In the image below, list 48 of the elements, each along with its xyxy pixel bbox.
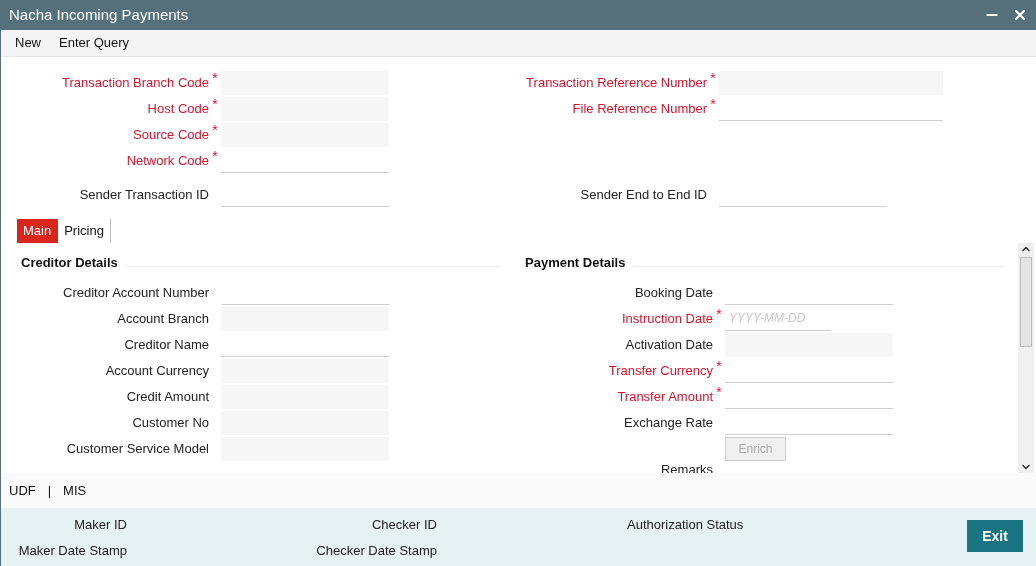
field-label: Creditor Account Number	[63, 283, 209, 302]
field-label: Customer No	[132, 413, 209, 432]
field-label: Creditor Name	[124, 335, 209, 354]
section-heading: Creditor Details	[21, 254, 118, 272]
required-mark: *	[212, 97, 218, 111]
field-label: Source Code	[133, 126, 209, 144]
field-label: Instruction Date	[621, 309, 713, 328]
audit-label: Authorization Status	[627, 516, 744, 534]
link[interactable]: UDF	[9, 480, 36, 501]
audit-label: Checker Date Stamp	[316, 542, 437, 560]
field-label: Account Currency	[105, 361, 209, 380]
field-label: Booking Date	[634, 283, 713, 302]
field-label: Transfer Amount	[617, 387, 713, 406]
required-mark: *	[212, 71, 218, 85]
required-mark: *	[710, 71, 716, 85]
required-mark: *	[716, 384, 722, 399]
field-label: Exchange Rate	[624, 413, 713, 432]
section-heading: Payment Details	[525, 254, 626, 272]
field-label: Transaction Branch Code	[62, 74, 209, 92]
tab[interactable]: Main	[17, 219, 59, 243]
field-label: Account Branch	[117, 309, 209, 328]
link[interactable]: MIS	[63, 480, 87, 501]
required-mark: *	[212, 149, 218, 163]
required-mark: *	[716, 358, 722, 373]
required-mark: *	[716, 306, 722, 321]
field-label: Sender End to End ID	[580, 186, 707, 204]
field-label: File Reference Number	[572, 100, 707, 118]
field-label: Customer Service Model	[66, 439, 209, 458]
link-separator: |	[47, 481, 52, 500]
required-mark: *	[212, 123, 218, 137]
exit-button[interactable]: Exit	[967, 520, 1023, 552]
window-title: Nacha Incoming Payments	[9, 4, 189, 25]
audit-label: Maker Date Stamp	[18, 542, 127, 560]
scrollbar[interactable]	[1018, 243, 1034, 473]
field-label: Remarks	[661, 462, 713, 473]
field-label: Activation Date	[625, 335, 713, 354]
field-label: Host Code	[147, 100, 209, 118]
field-label: Transfer Currency	[608, 361, 713, 380]
field-label: Transaction Reference Number	[526, 74, 707, 92]
required-mark: *	[710, 97, 716, 111]
menu-item[interactable]: Enter Query	[51, 33, 138, 53]
field-label: Sender Transaction ID	[79, 186, 209, 204]
audit-label: Checker ID	[371, 516, 437, 534]
field-label: Network Code	[126, 152, 209, 170]
field-label: Credit Amount	[126, 387, 209, 406]
close-icon[interactable]	[1012, 7, 1028, 23]
audit-label: Maker ID	[74, 516, 127, 534]
menu-item[interactable]: New	[7, 33, 49, 53]
